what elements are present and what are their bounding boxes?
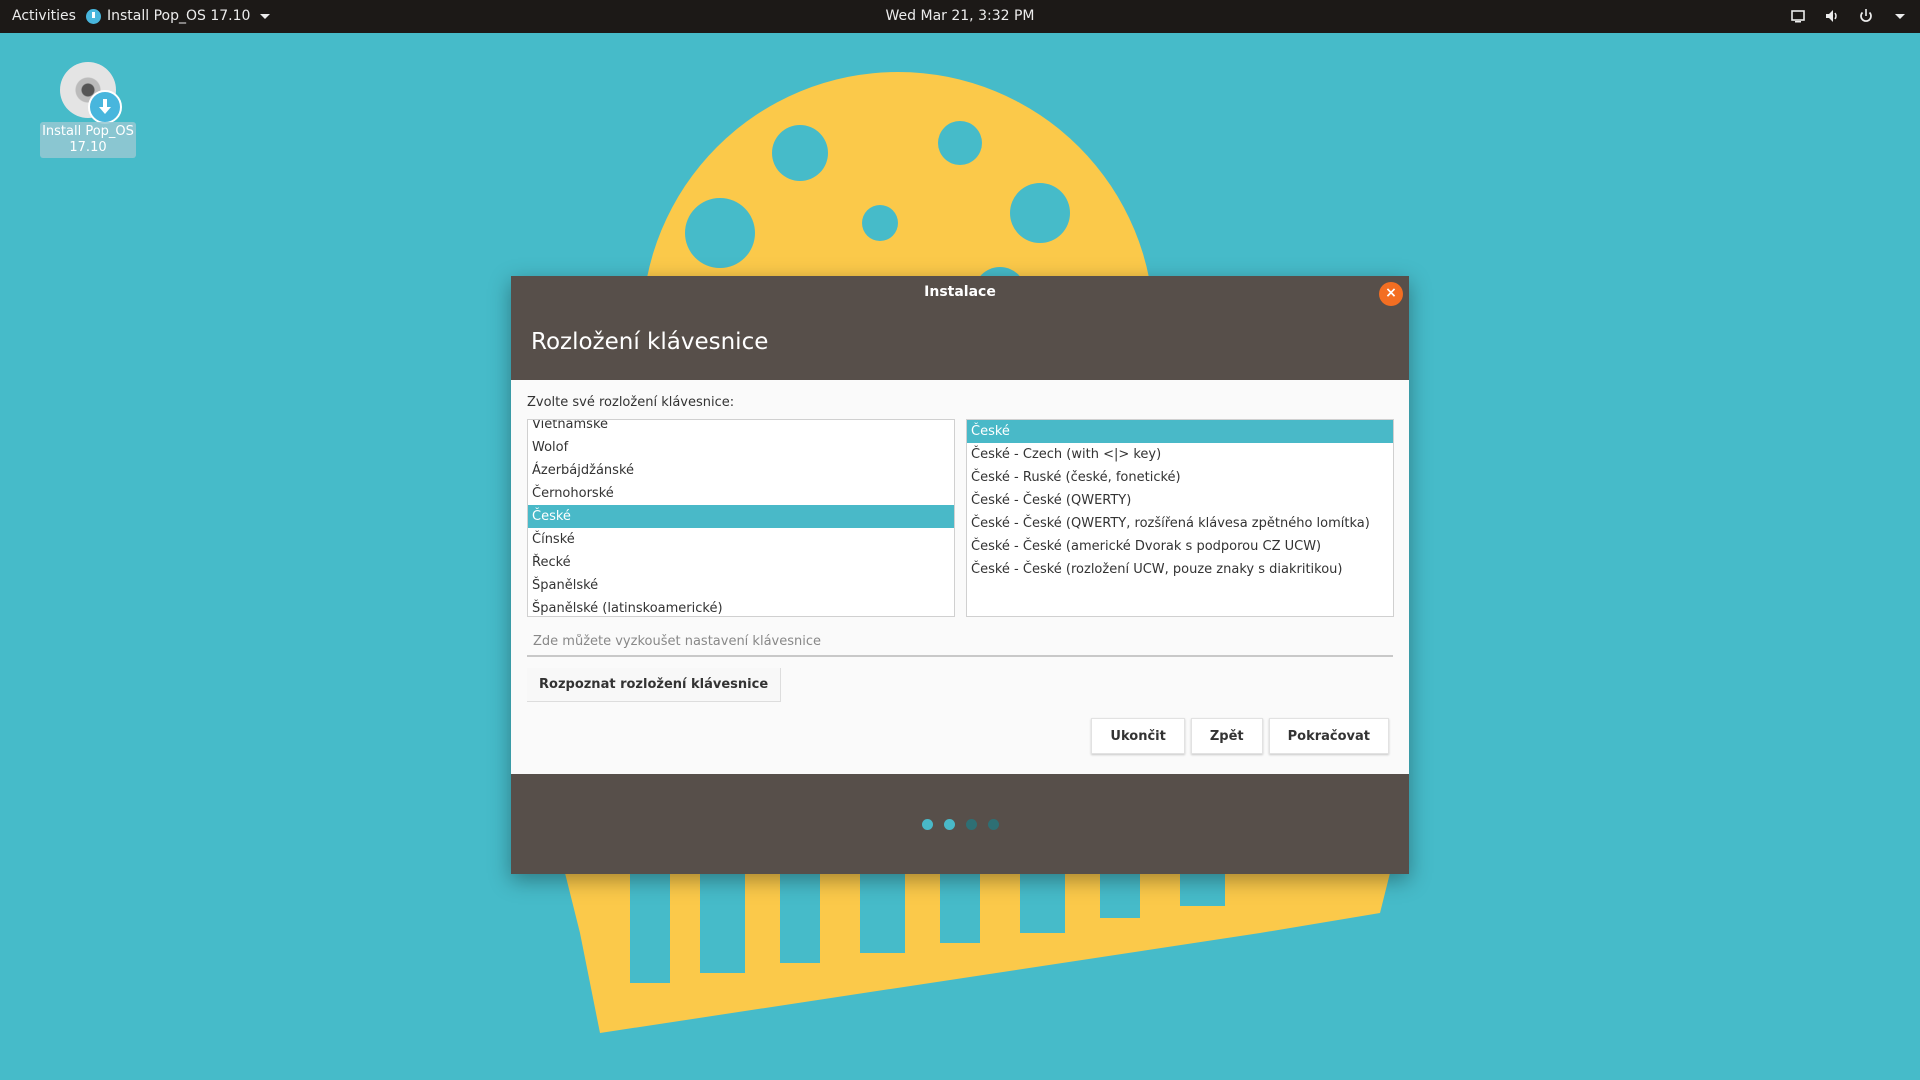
list-item[interactable]: České - Czech (with <|> key) bbox=[967, 443, 1393, 466]
list-item[interactable]: Španělské (latinskoamerické) bbox=[528, 597, 954, 616]
list-item[interactable]: Čínské bbox=[528, 528, 954, 551]
list-item[interactable]: České bbox=[528, 505, 954, 528]
list-item[interactable]: České - České (americké Dvorak s podporo… bbox=[967, 535, 1393, 558]
close-button[interactable]: × bbox=[1379, 282, 1403, 306]
keyboard-test-input[interactable] bbox=[527, 627, 1393, 657]
layout-prompt: Zvolte své rozložení klávesnice: bbox=[527, 395, 735, 410]
list-item[interactable]: Wolof bbox=[528, 436, 954, 459]
layout-list[interactable]: Vietnamské Wolof Ázerbájdžánské Černohorské… bbox=[527, 419, 955, 617]
list-item[interactable]: České - Ruské (české, fonetické) bbox=[967, 466, 1393, 489]
desktop-icon-label: Install Pop_OS 17.10 bbox=[40, 122, 136, 158]
dialog-header: Instalace × Rozložení klávesnice bbox=[511, 276, 1409, 380]
variant-list[interactable]: České České - Czech (with <|> key) České -… bbox=[966, 419, 1394, 617]
list-item[interactable]: České bbox=[967, 420, 1393, 443]
list-item[interactable]: Černohorské bbox=[528, 482, 954, 505]
dialog-footer bbox=[511, 774, 1409, 874]
detect-layout-button[interactable]: Rozpoznat rozložení klávesnice bbox=[527, 668, 782, 702]
progress-dot bbox=[921, 819, 933, 830]
progress-dots bbox=[511, 819, 1409, 830]
screen-icon[interactable] bbox=[1790, 8, 1806, 24]
volume-icon[interactable] bbox=[1824, 8, 1840, 24]
installer-dialog: Instalace × Rozložení klávesnice Zvolte … bbox=[511, 276, 1409, 874]
back-button[interactable]: Zpět bbox=[1190, 718, 1263, 754]
progress-dot bbox=[965, 819, 977, 830]
list-item[interactable]: České - České (rozložení UCW, pouze znak… bbox=[967, 558, 1393, 581]
progress-dot bbox=[987, 819, 999, 830]
quit-button[interactable]: Ukončit bbox=[1091, 718, 1185, 754]
list-item[interactable]: Řecké bbox=[528, 551, 954, 574]
continue-button[interactable]: Pokračovat bbox=[1268, 718, 1389, 754]
page-title: Rozložení klávesnice bbox=[531, 329, 769, 355]
list-item[interactable]: Španělské bbox=[528, 574, 954, 597]
progress-dot bbox=[943, 819, 955, 830]
action-buttons: Ukončit Zpět Pokračovat bbox=[1091, 718, 1389, 754]
clock[interactable]: Wed Mar 21, 3:32 PM bbox=[0, 8, 1920, 24]
download-icon bbox=[88, 90, 122, 124]
power-icon[interactable] bbox=[1858, 8, 1874, 24]
window-title: Instalace bbox=[924, 284, 996, 300]
list-item[interactable]: České - České (QWERTY, rozšířená klávesa… bbox=[967, 512, 1393, 535]
list-item[interactable]: Vietnamské bbox=[528, 420, 954, 436]
top-bar: Activities Install Pop_OS 17.10 Wed Mar … bbox=[0, 0, 1920, 33]
chevron-down-icon[interactable] bbox=[1892, 8, 1908, 24]
list-item[interactable]: Ázerbájdžánské bbox=[528, 459, 954, 482]
list-item[interactable]: České - České (QWERTY) bbox=[967, 489, 1393, 512]
system-tray[interactable] bbox=[1790, 8, 1908, 24]
